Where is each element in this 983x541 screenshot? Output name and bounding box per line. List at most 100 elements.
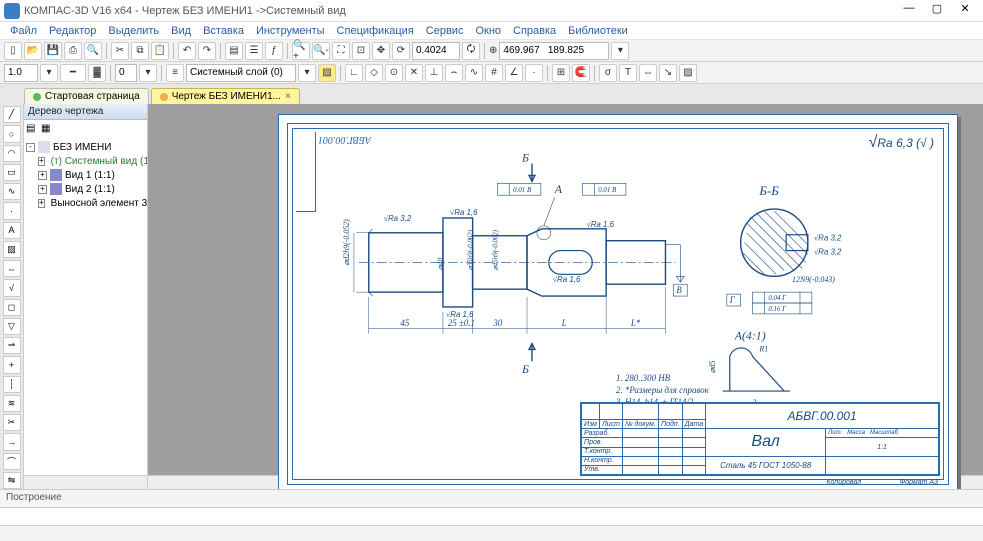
geom-center-button[interactable]: + xyxy=(3,356,21,373)
geom-spline-button[interactable]: ∿ xyxy=(3,183,21,200)
tree-collapse-icon[interactable]: - xyxy=(26,143,35,152)
layer-button[interactable]: ≡ xyxy=(166,64,184,82)
geom-datum-button[interactable]: ▽ xyxy=(3,318,21,335)
step-dropdown[interactable]: ▾ xyxy=(139,64,157,82)
geom-dim-button[interactable]: ⇔ xyxy=(3,260,21,277)
geom-break-button[interactable]: ≋ xyxy=(3,395,21,412)
geom-circle-button[interactable]: ○ xyxy=(3,125,21,142)
tree-node-view1[interactable]: + Вид 1 (1:1) xyxy=(26,168,145,182)
geom-point-button[interactable]: · xyxy=(3,202,21,219)
line-style-button[interactable]: ━ xyxy=(60,64,86,82)
close-button[interactable]: ✕ xyxy=(951,2,979,20)
open-button[interactable]: 📂 xyxy=(24,42,42,60)
drawing-tree[interactable]: ▤ ▦ - БЕЗ ИМЕНИ + (т) Системный вид (1:1… xyxy=(24,120,147,475)
preview-button[interactable]: 🔍 xyxy=(84,42,102,60)
dim-button[interactable]: ⇔ xyxy=(639,64,657,82)
menu-select[interactable]: Выделить xyxy=(102,25,165,37)
tree-scrollbar[interactable] xyxy=(24,475,147,489)
drawing-canvas[interactable]: АБВГ.00.001 √Ra 6,3 (√ ) xyxy=(148,104,983,475)
layer-dropdown[interactable]: ▾ xyxy=(298,64,316,82)
geom-line-button[interactable]: ╱ xyxy=(3,106,21,123)
tree-node-detail[interactable]: + Выносной элемент 3 (4:1) xyxy=(26,196,145,210)
maximize-button[interactable]: ▢ xyxy=(923,2,951,20)
edit-extend-button[interactable]: → xyxy=(3,433,21,450)
vars-button[interactable]: ƒ xyxy=(265,42,283,60)
tree-root[interactable]: - БЕЗ ИМЕНИ xyxy=(26,140,145,154)
zoom-out-button[interactable]: 🔍- xyxy=(312,42,330,60)
command-input[interactable] xyxy=(0,508,983,525)
copy-button[interactable]: ⧉ xyxy=(131,42,149,60)
geom-arc-button[interactable]: ◠ xyxy=(3,145,21,162)
geom-rough-button[interactable]: √ xyxy=(3,279,21,296)
tree-expand-icon[interactable]: + xyxy=(38,185,47,194)
line-dropdown[interactable]: ▾ xyxy=(40,64,58,82)
snap-perp-button[interactable]: ⊥ xyxy=(425,64,443,82)
geom-text-button[interactable]: A xyxy=(3,222,21,239)
tree-btn[interactable]: ▦ xyxy=(41,123,55,137)
geom-section-button[interactable]: ⇀ xyxy=(3,337,21,354)
snap-intersect-button[interactable]: ✕ xyxy=(405,64,423,82)
menu-view[interactable]: Вид xyxy=(165,25,197,37)
line-weight-input[interactable] xyxy=(4,64,38,82)
geom-axis-button[interactable]: ┆ xyxy=(3,376,21,393)
tab-start-page[interactable]: Стартовая страница xyxy=(24,88,149,104)
text-button[interactable]: T xyxy=(619,64,637,82)
orbit-button[interactable]: ⟳ xyxy=(392,42,410,60)
edit-mirror-button[interactable]: ⇋ xyxy=(3,472,21,489)
zoom-window-button[interactable]: ⛶ xyxy=(332,42,350,60)
new-button[interactable]: ▯ xyxy=(4,42,22,60)
edit-fillet-button[interactable]: ⌒ xyxy=(3,453,21,470)
hatch-button[interactable]: ▨ xyxy=(679,64,697,82)
tree-btn[interactable]: ▤ xyxy=(26,123,40,137)
undo-button[interactable]: ↶ xyxy=(178,42,196,60)
menu-window[interactable]: Окно xyxy=(469,25,507,37)
zoom-input[interactable] xyxy=(412,42,460,60)
snap-center-button[interactable]: ⊙ xyxy=(385,64,403,82)
refresh-button[interactable]: 🗘 xyxy=(462,42,480,60)
menu-help[interactable]: Справка xyxy=(507,25,562,37)
snap-grid-button[interactable]: # xyxy=(485,64,503,82)
color-button[interactable]: ▓ xyxy=(88,64,106,82)
menu-file[interactable]: Файл xyxy=(4,25,43,37)
tab-drawing[interactable]: Чертеж БЕЗ ИМЕНИ1... × xyxy=(151,88,300,104)
snap-mid-button[interactable]: ◇ xyxy=(365,64,383,82)
tree-node-view2[interactable]: + Вид 2 (1:1) xyxy=(26,182,145,196)
snap-nearest-button[interactable]: ∿ xyxy=(465,64,483,82)
print-button[interactable]: ⎙ xyxy=(64,42,82,60)
menu-insert[interactable]: Вставка xyxy=(197,25,250,37)
edit-trim-button[interactable]: ✂ xyxy=(3,414,21,431)
layer-combo[interactable] xyxy=(186,64,296,82)
coord-mode-button[interactable]: ▾ xyxy=(611,42,629,60)
tab-close-icon[interactable]: × xyxy=(285,91,291,102)
cut-button[interactable]: ✂ xyxy=(111,42,129,60)
step-input[interactable] xyxy=(115,64,137,82)
geom-rect-button[interactable]: ▭ xyxy=(3,164,21,181)
tree-expand-icon[interactable]: + xyxy=(38,171,47,180)
menu-service[interactable]: Сервис xyxy=(420,25,470,37)
attr-button[interactable]: σ xyxy=(599,64,617,82)
mark-button[interactable]: ↘ xyxy=(659,64,677,82)
filter-button[interactable]: ▤ xyxy=(225,42,243,60)
snap-point-button[interactable]: · xyxy=(525,64,543,82)
redo-button[interactable]: ↷ xyxy=(198,42,216,60)
save-button[interactable]: 💾 xyxy=(44,42,62,60)
zoom-fit-button[interactable]: ⊡ xyxy=(352,42,370,60)
tree-expand-icon[interactable]: + xyxy=(38,199,45,208)
menu-tools[interactable]: Инструменты xyxy=(250,25,331,37)
ortho-button[interactable]: ⊞ xyxy=(552,64,570,82)
menu-libraries[interactable]: Библиотеки xyxy=(562,25,634,37)
snap-angle-button[interactable]: ∠ xyxy=(505,64,523,82)
snap-tangent-button[interactable]: ⌢ xyxy=(445,64,463,82)
tree-node-system-view[interactable]: + (т) Системный вид (1:1) xyxy=(26,154,145,168)
menu-edit[interactable]: Редактор xyxy=(43,25,102,37)
minimize-button[interactable]: — xyxy=(895,2,923,20)
paste-button[interactable]: 📋 xyxy=(151,42,169,60)
layer-color-button[interactable]: ▨ xyxy=(318,64,336,82)
geom-hatch-button[interactable]: ▨ xyxy=(3,241,21,258)
snap-end-button[interactable]: ∟ xyxy=(345,64,363,82)
snap-toggle-button[interactable]: 🧲 xyxy=(572,64,590,82)
tree-expand-icon[interactable]: + xyxy=(38,157,45,166)
props-button[interactable]: ☰ xyxy=(245,42,263,60)
menu-spec[interactable]: Спецификация xyxy=(331,25,420,37)
geom-tol-button[interactable]: ◻ xyxy=(3,299,21,316)
